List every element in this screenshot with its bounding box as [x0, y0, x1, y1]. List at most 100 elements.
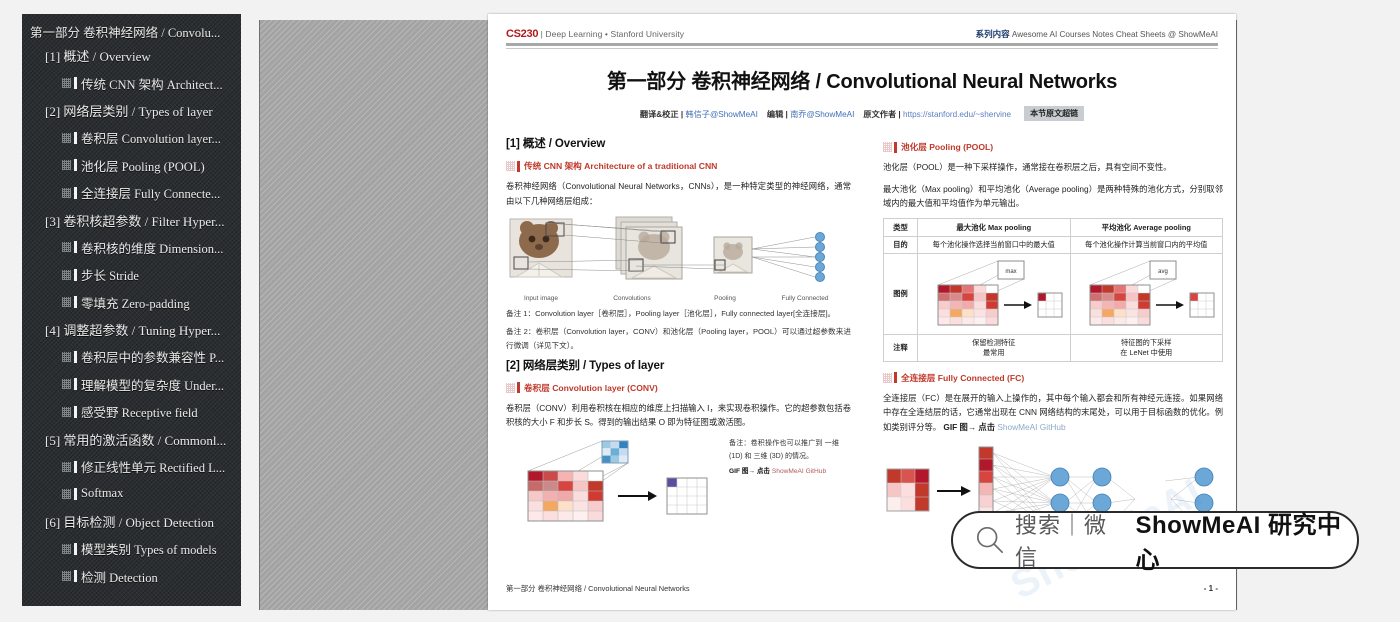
outline-item-label: 卷积核的维度 Dimension...: [81, 241, 224, 256]
arch-label-conv: Convolutions: [613, 295, 651, 303]
outline-item-label: 传统 CNN 架构 Architect...: [81, 77, 223, 92]
paragraph-cnn-intro: 卷积神经网络（Convolutional Neural Networks，CNN…: [506, 181, 851, 206]
outline-item-label: 全连接层 Fully Connecte...: [81, 187, 221, 202]
outline-item-2[interactable]: 传统 CNN 架构 Architect...: [22, 69, 241, 96]
bookmark-bar-icon: [74, 241, 77, 254]
header-rule-thin: [506, 47, 1218, 49]
arrow-icon: [618, 490, 657, 501]
bookmark-bar-icon: [74, 159, 77, 172]
outline-item-17[interactable]: Softmax: [22, 480, 241, 507]
section-types-of-layer-heading: [2] 网络层类别 / Types of layer: [506, 359, 665, 372]
outline-item-19[interactable]: 模型类别 Types of models: [22, 535, 241, 562]
subsection-label-en: Architecture of a traditional CNN: [584, 161, 718, 171]
row-header-purpose: 目的: [883, 235, 918, 254]
gif-link-line: GIF 图→ 点击 ShowMeAI GitHub: [729, 466, 839, 478]
outline-item-label: [4] 调整超参数 / Tuning Hyper...: [45, 323, 221, 339]
section-overview-heading: [1] 概述 / Overview: [506, 138, 606, 150]
outline-item-7[interactable]: [3] 卷积核超参数 / Filter Hyper...: [22, 206, 241, 233]
col-header-max-pooling: 最大池化 Max pooling: [917, 217, 1071, 237]
pooling-figure-avg: avg: [1089, 260, 1215, 326]
arch-label-fc: Fully Connected: [781, 295, 829, 303]
paragraph-fully-connected: 全连接层（FC）是在展开的输入上操作的，其中每个输入都会和所有神经元连接。如果网…: [883, 391, 1223, 435]
pooling-figure-max-cell: max: [917, 252, 1071, 335]
figure-convolution-with-note: 备注：卷积操作也可以推广到 一维 (1D) 和 三维 (3D) 的情况。 GIF…: [506, 438, 851, 524]
outline-item-12[interactable]: 卷积层中的参数兼容性 P...: [22, 343, 241, 370]
figure-cnn-architecture: Input image Convolutions Pooling Fully C…: [506, 215, 851, 302]
series-identifier: 系列内容 Awesome AI Courses Notes Cheat Shee…: [976, 28, 1218, 40]
brand-name: ShowMeAI 研究中心: [1135, 512, 1342, 574]
outline-item-label: 步长 Stride: [81, 269, 139, 284]
gif-label: GIF 图→ 点击: [729, 467, 771, 475]
table-row-figure: 图例 max avg: [883, 252, 1223, 335]
outline-item-5[interactable]: 池化层 Pooling (POOL): [22, 152, 241, 179]
outline-item-14[interactable]: 感受野 Receptive field: [22, 398, 241, 425]
series-label-en: Awesome AI Courses Notes Cheat Sheets @ …: [1011, 30, 1218, 39]
remark-avg-line2: 在 LeNet 中使用: [1120, 347, 1173, 357]
outline-item-11[interactable]: [4] 调整超参数 / Tuning Hyper...: [22, 316, 241, 343]
search-placeholder: 搜索｜微信: [1015, 513, 1108, 570]
course-identifier: CS230 | Deep Learning • Stanford Univers…: [506, 28, 684, 40]
outline-item-15[interactable]: [5] 常用的激活函数 / Commonl...: [22, 425, 241, 452]
subsection-label-en: Fully Connected (FC): [937, 372, 1025, 383]
outline-item-3[interactable]: [2] 网络层类别 / Types of layer: [22, 97, 241, 124]
page-body-columns: [1] 概述 / Overview 传统 CNN 架构 Architecture…: [506, 135, 1223, 565]
subsection-label-en: Pooling (POOL): [929, 142, 994, 152]
outline-sidebar[interactable]: 第一部分 卷积神经网络 / Convolu... [1] 概述 / Overvie…: [22, 14, 241, 606]
bookmark-grid-icon: [62, 297, 71, 308]
outline-item-label: 模型类别 Types of models: [81, 543, 217, 558]
showmeai-github-link[interactable]: ShowMeAI GitHub: [772, 468, 826, 475]
outline-item-18[interactable]: [6] 目标检测 / Object Detection: [22, 508, 241, 535]
subsection-fully-connected: 全连接层 Fully Connected (FC): [883, 372, 1223, 384]
arrow-icon: [937, 486, 971, 497]
grid-marker-icon: [506, 161, 515, 171]
outline-item-1[interactable]: [1] 概述 / Overview: [22, 42, 241, 69]
outline-item-0[interactable]: 第一部分 卷积神经网络 / Convolu...: [22, 20, 241, 42]
outline-item-16[interactable]: 修正线性单元 Rectified L...: [22, 453, 241, 480]
author-url-link[interactable]: https://stanford.edu/~shervine: [903, 110, 1011, 119]
subsection-pooling: 池化层 Pooling (POOL): [883, 141, 1223, 153]
showmeai-github-link[interactable]: ShowMeAI GitHub: [997, 422, 1065, 432]
search-overlay-bar[interactable]: 搜索｜微信 ShowMeAI 研究中心: [951, 511, 1359, 574]
outline-item-9[interactable]: 步长 Stride: [22, 261, 241, 288]
outline-item-6[interactable]: 全连接层 Fully Connecte...: [22, 179, 241, 206]
page-title-cn: 第一部分 卷积神经网络: [606, 71, 811, 93]
convolution-note-text: 备注：卷积操作也可以推广到 一维 (1D) 和 三维 (3D) 的情况。: [729, 439, 839, 460]
bookmark-grid-icon: [62, 351, 71, 362]
bookmark-grid-icon: [62, 269, 71, 280]
arrow-icon: [1156, 300, 1185, 309]
outline-item-20[interactable]: 检测 Detection: [22, 562, 241, 589]
col-header-average-pooling: 平均池化 Average pooling: [1069, 217, 1223, 237]
outline-item-label: [6] 目标检测 / Object Detection: [45, 514, 214, 530]
row-header-type: 类型: [883, 217, 918, 237]
bookmark-grid-icon: [62, 78, 71, 89]
bookmark-bar-icon: [74, 77, 77, 90]
course-code: CS230: [506, 28, 539, 40]
accent-bar-icon: [517, 160, 520, 172]
figure-convolution: [527, 440, 708, 522]
outline-item-8[interactable]: 卷积核的维度 Dimension...: [22, 234, 241, 261]
author-label: 原文作者 |: [863, 109, 901, 119]
outline-item-label: 卷积层中的参数兼容性 P...: [81, 351, 225, 366]
outline-item-10[interactable]: 零填充 Zero-padding: [22, 289, 241, 316]
byline: 翻译&校正 | 韩信子@ShowMeAI 编辑 | 南乔@ShowMeAI 原文…: [506, 106, 1218, 121]
right-column: 池化层 Pooling (POOL) 池化层（POOL）是一种下采样操作，通常接…: [883, 135, 1223, 565]
subsection-convolution-layer: 卷积层 Convolution layer (CONV): [506, 382, 851, 394]
page-title: 第一部分 卷积神经网络 / Convolutional Neural Netwo…: [506, 65, 1218, 94]
bookmark-grid-icon: [62, 406, 71, 417]
bookmark-bar-icon: [74, 405, 77, 418]
remark-avg: 特征图的下采样 在 LeNet 中使用: [1069, 333, 1223, 362]
editor-label: 编辑 |: [766, 109, 788, 119]
outline-item-label: 池化层 Pooling (POOL): [81, 159, 205, 174]
pdf-viewer-window: 第一部分 卷积神经网络 / Convolu... [1] 概述 / Overvie…: [0, 0, 1400, 622]
bookmark-bar-icon: [74, 350, 77, 363]
outline-item-4[interactable]: 卷积层 Convolution layer...: [22, 124, 241, 151]
outline-item-label: [2] 网络层类别 / Types of layer: [45, 103, 213, 119]
original-link-chip[interactable]: 本节原文超链: [1024, 106, 1085, 121]
accent-bar-icon: [894, 372, 897, 384]
figure-caption-row: Input image Convolutions Pooling Fully C…: [506, 295, 851, 302]
bookmark-bar-icon: [74, 131, 77, 144]
bookmark-grid-icon: [62, 132, 71, 143]
outline-item-label: 检测 Detection: [81, 570, 158, 585]
note-hyperparam-tuning: 备注 2：卷积层（Convolution layer，CONV）和池化层（Poo…: [506, 327, 851, 350]
outline-item-13[interactable]: 理解模型的复杂度 Under...: [22, 371, 241, 398]
